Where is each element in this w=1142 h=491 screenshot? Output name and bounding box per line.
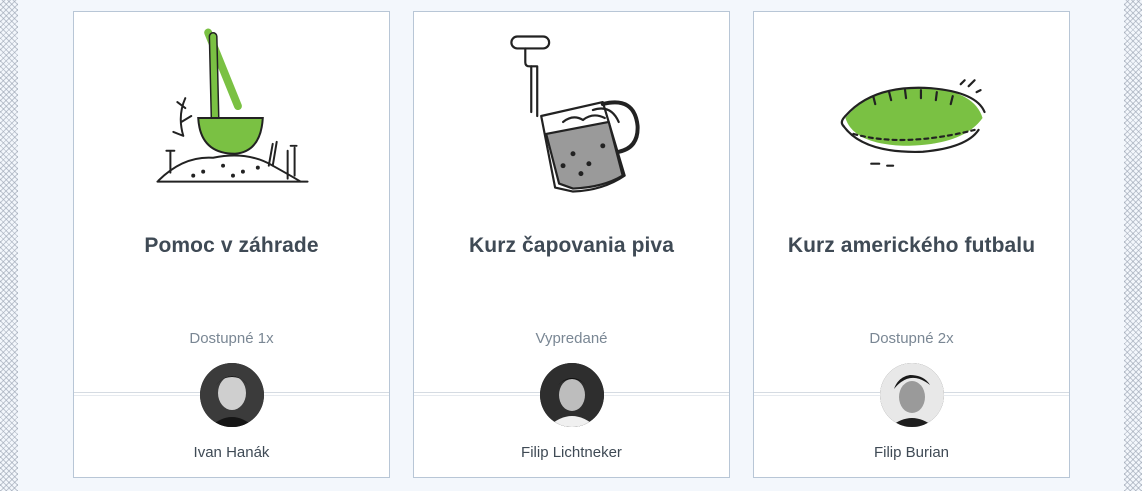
card-title[interactable]: Kurz čapovania piva <box>414 234 729 258</box>
product-card-football[interactable]: Kurz amerického futbalu Dostupné 2x Fili… <box>753 11 1070 478</box>
decorative-pattern-right <box>1124 0 1142 491</box>
product-card-beer[interactable]: Kurz čapovania piva Vypredané Filip Lich… <box>413 11 730 478</box>
avatar <box>199 363 264 427</box>
card-title[interactable]: Pomoc v záhrade <box>74 234 389 258</box>
availability-status: Dostupné 1x <box>189 330 274 347</box>
american-football-icon <box>840 79 986 167</box>
author-name[interactable]: Ivan Hanák <box>74 444 389 461</box>
availability-status: Vypredané <box>535 330 608 347</box>
availability-status: Dostupné 2x <box>869 330 954 347</box>
author-name[interactable]: Filip Burian <box>754 444 1069 461</box>
author-name[interactable]: Filip Lichtneker <box>414 444 729 461</box>
decorative-pattern-left <box>0 0 18 491</box>
avatar <box>879 363 944 427</box>
beer-mug-tap-icon <box>510 35 640 193</box>
card-title[interactable]: Kurz amerického futbalu <box>754 234 1069 258</box>
garden-shovel-icon <box>156 28 309 183</box>
product-card-garden[interactable]: Pomoc v záhrade Dostupné 1x Ivan Hanák <box>73 11 390 478</box>
avatar <box>539 363 604 427</box>
